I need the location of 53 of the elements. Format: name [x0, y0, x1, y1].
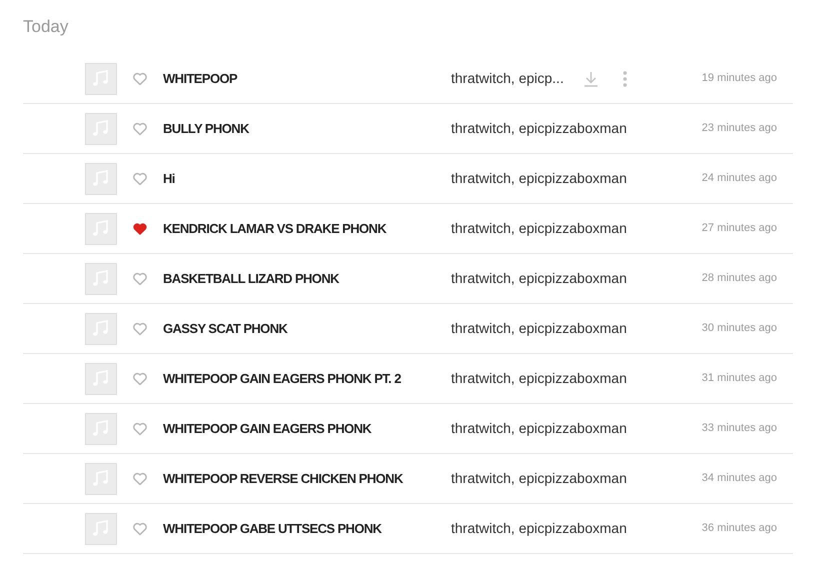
timestamp: 28 minutes ago: [702, 271, 778, 286]
music-note-icon: [85, 512, 117, 544]
download-icon[interactable]: [582, 70, 599, 86]
track-title[interactable]: BASKETBALL LIZARD PHONK: [163, 270, 339, 286]
heart-icon[interactable]: [132, 220, 148, 236]
more-options-icon[interactable]: [622, 70, 627, 86]
heart-icon[interactable]: [132, 320, 148, 336]
timestamp: 30 minutes ago: [702, 321, 778, 336]
music-note-icon: [85, 362, 117, 394]
timestamp: 19 minutes ago: [702, 71, 778, 86]
heart-icon[interactable]: [132, 370, 148, 386]
heart-icon[interactable]: [132, 270, 148, 286]
music-note-icon: [85, 212, 117, 244]
track-title[interactable]: WHITEPOOP REVERSE CHICKEN PHONK: [163, 470, 403, 486]
artist-names[interactable]: thratwitch, epicpizzaboxman: [451, 168, 627, 189]
artist-names[interactable]: thratwitch, epicpizzaboxman: [451, 218, 627, 239]
music-note-icon: [85, 262, 117, 294]
track-title[interactable]: GASSY SCAT PHONK: [163, 320, 288, 336]
music-note-icon: [85, 162, 117, 194]
heart-icon[interactable]: [132, 120, 148, 136]
artist-names[interactable]: thratwitch, epicpizzaboxman: [451, 368, 627, 389]
track-title[interactable]: BULLY PHONK: [163, 120, 249, 136]
track-title[interactable]: WHITEPOOP GAIN EAGERS PHONK PT. 2: [163, 370, 401, 386]
heart-icon[interactable]: [132, 420, 148, 436]
music-note-icon: [85, 312, 117, 344]
artist-names[interactable]: thratwitch, epicpizzaboxman: [451, 318, 627, 339]
artist-names[interactable]: thratwitch, epicpizzaboxman: [451, 268, 627, 289]
artist-names[interactable]: thratwitch, epicpizzaboxman: [451, 418, 627, 439]
artist-names[interactable]: thratwitch, epicpizzaboxman: [451, 118, 627, 139]
artist-names[interactable]: thratwitch, epicp...: [451, 68, 564, 89]
timestamp: 31 minutes ago: [702, 371, 778, 386]
heart-icon[interactable]: [132, 70, 148, 86]
heart-icon[interactable]: [132, 170, 148, 186]
track-title[interactable]: Hi: [163, 170, 175, 186]
heart-icon[interactable]: [132, 520, 148, 536]
timestamp: 33 minutes ago: [702, 421, 778, 436]
timestamp: 27 minutes ago: [702, 221, 778, 236]
timestamp: 23 minutes ago: [702, 121, 778, 136]
track-title[interactable]: WHITEPOOP GAIN EAGERS PHONK: [163, 420, 372, 436]
artist-names[interactable]: thratwitch, epicpizzaboxman: [451, 468, 627, 489]
music-note-icon: [85, 412, 117, 444]
track-title[interactable]: WHITEPOOP: [163, 70, 238, 86]
artist-names[interactable]: thratwitch, epicpizzaboxman: [451, 518, 627, 539]
timestamp: 36 minutes ago: [702, 521, 778, 536]
heart-icon[interactable]: [132, 470, 148, 486]
music-note-icon: [85, 462, 117, 494]
timestamp: 24 minutes ago: [702, 171, 778, 186]
track-title[interactable]: WHITEPOOP GABE UTTSECS PHONK: [163, 520, 382, 536]
timestamp: 34 minutes ago: [702, 471, 778, 486]
section-heading: Today: [23, 16, 70, 38]
track-title[interactable]: KENDRICK LAMAR VS DRAKE PHONK: [163, 220, 386, 236]
music-note-icon: [85, 112, 117, 144]
music-note-icon: [85, 62, 117, 94]
